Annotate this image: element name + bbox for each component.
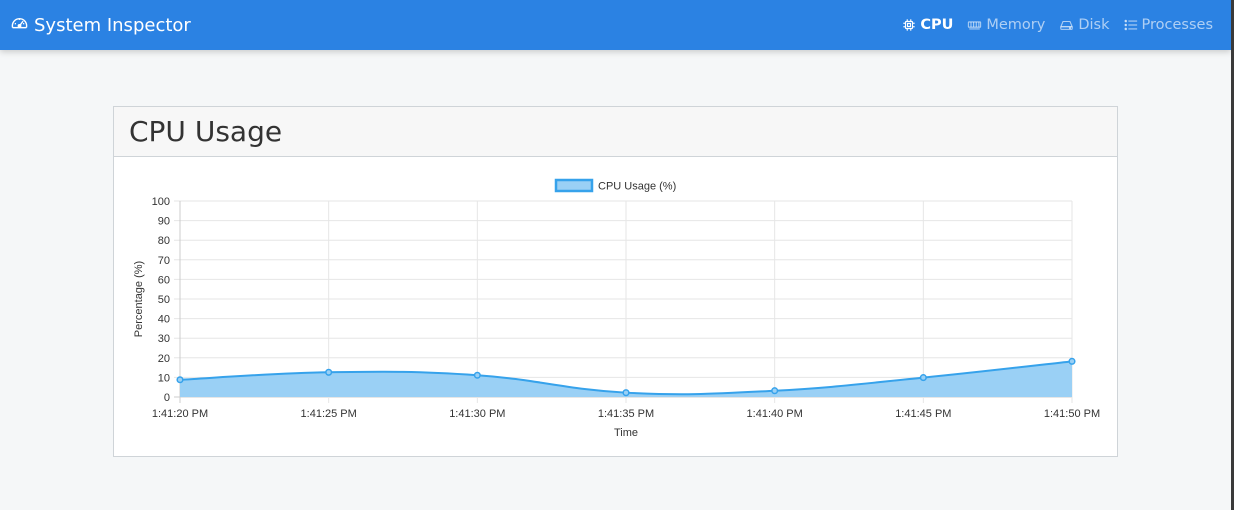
x-tick-label: 1:41:20 PM — [152, 408, 208, 420]
x-tick-label: 1:41:30 PM — [449, 408, 505, 420]
nav-item-memory-label: Memory — [986, 17, 1046, 33]
x-tick-label: 1:41:25 PM — [301, 408, 357, 420]
x-tick-label: 1:41:45 PM — [895, 408, 951, 420]
nav-item-disk[interactable]: Disk — [1059, 17, 1110, 33]
y-axis-title: Percentage (%) — [133, 261, 145, 337]
data-point — [1068, 357, 1076, 365]
cpu-chart: 0 10 20 30 40 50 60 70 80 90 100 1:41:20 PM 1:41:25 … — [114, 157, 1117, 456]
y-tick-label: 100 — [152, 196, 170, 208]
x-tick-label: 1:41:35 PM — [598, 408, 654, 420]
y-tick-label: 70 — [158, 255, 170, 267]
nav-item-cpu[interactable]: CPU — [902, 17, 953, 33]
cpu-chart-svg: 0 10 20 30 40 50 60 70 80 90 100 1:41:20 PM 1:41:25 … — [133, 178, 1100, 439]
data-point — [919, 374, 927, 382]
y-tick-label: 20 — [158, 353, 170, 365]
cpu-card: CPU Usage 0 10 20 30 40 50 60 70 80 90 100 1:41:20 … — [113, 106, 1118, 457]
nav-item-processes[interactable]: Processes — [1123, 17, 1213, 33]
x-tick-label: 1:41:50 PM — [1044, 408, 1100, 420]
nav-item-memory[interactable]: Memory — [967, 17, 1045, 33]
list-icon — [1123, 18, 1138, 32]
data-point — [771, 387, 779, 395]
nav-item-cpu-label: CPU — [920, 17, 954, 33]
data-point — [473, 371, 481, 379]
y-tick-label: 90 — [158, 216, 170, 228]
y-tick-label: 50 — [158, 294, 170, 306]
y-tick-label: 60 — [158, 274, 170, 286]
y-tick-label: 40 — [158, 314, 170, 326]
data-point — [622, 389, 630, 397]
y-tick-label: 10 — [158, 372, 170, 384]
brand[interactable]: System Inspector — [10, 14, 191, 37]
y-tick-label: 80 — [158, 235, 170, 247]
app-title: System Inspector — [34, 14, 191, 36]
data-point — [325, 368, 333, 376]
nav-links: CPU Memory Disk Processes — [902, 17, 1213, 33]
nav-item-disk-label: Disk — [1078, 17, 1110, 33]
x-tick-label: 1:41:40 PM — [747, 408, 803, 420]
speedometer-icon — [10, 14, 29, 37]
memory-icon — [967, 18, 982, 32]
cpu-icon — [902, 18, 916, 32]
nav-item-processes-label: Processes — [1141, 17, 1213, 33]
x-axis-title: Time — [614, 427, 638, 439]
card-header: CPU Usage — [114, 107, 1117, 157]
card-title: CPU Usage — [129, 115, 283, 148]
y-tick-label: 0 — [164, 392, 170, 404]
data-point — [176, 376, 184, 384]
y-tick-label: 30 — [158, 333, 170, 345]
disk-icon — [1059, 18, 1074, 32]
legend-swatch — [554, 178, 594, 193]
legend-label: CPU Usage (%) — [598, 181, 676, 193]
navbar: System Inspector CPU Memory Disk Process… — [0, 0, 1231, 50]
